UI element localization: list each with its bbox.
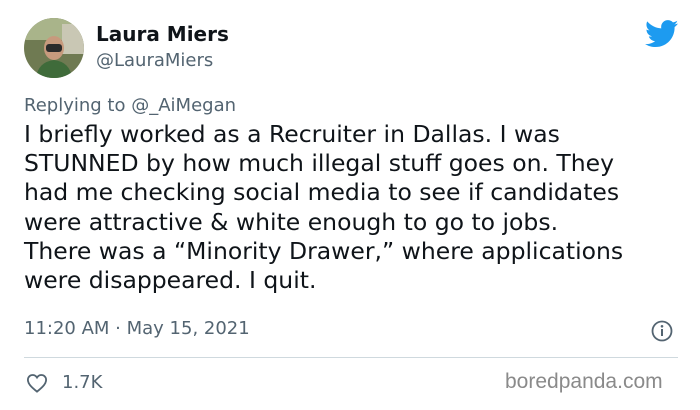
tweet-text: I briefly worked as a Recruiter in Dalla… (24, 120, 624, 295)
replying-to: Replying to @_AiMegan (24, 95, 236, 116)
twitter-bird-icon[interactable] (645, 20, 679, 48)
author-name[interactable]: Laura Miers (96, 22, 229, 46)
tweet-timestamp[interactable]: 11:20 AM · May 15, 2021 (24, 318, 250, 339)
info-icon[interactable] (651, 320, 673, 342)
author-handle[interactable]: @LauraMiers (96, 50, 213, 71)
divider (24, 357, 678, 358)
replying-prefix: Replying to (24, 95, 126, 116)
replying-handle-link[interactable]: @_AiMegan (131, 95, 236, 116)
heart-icon[interactable] (26, 373, 48, 393)
watermark: boredpanda.com (505, 370, 663, 393)
like-count[interactable]: 1.7K (62, 372, 102, 393)
avatar[interactable] (24, 18, 84, 78)
